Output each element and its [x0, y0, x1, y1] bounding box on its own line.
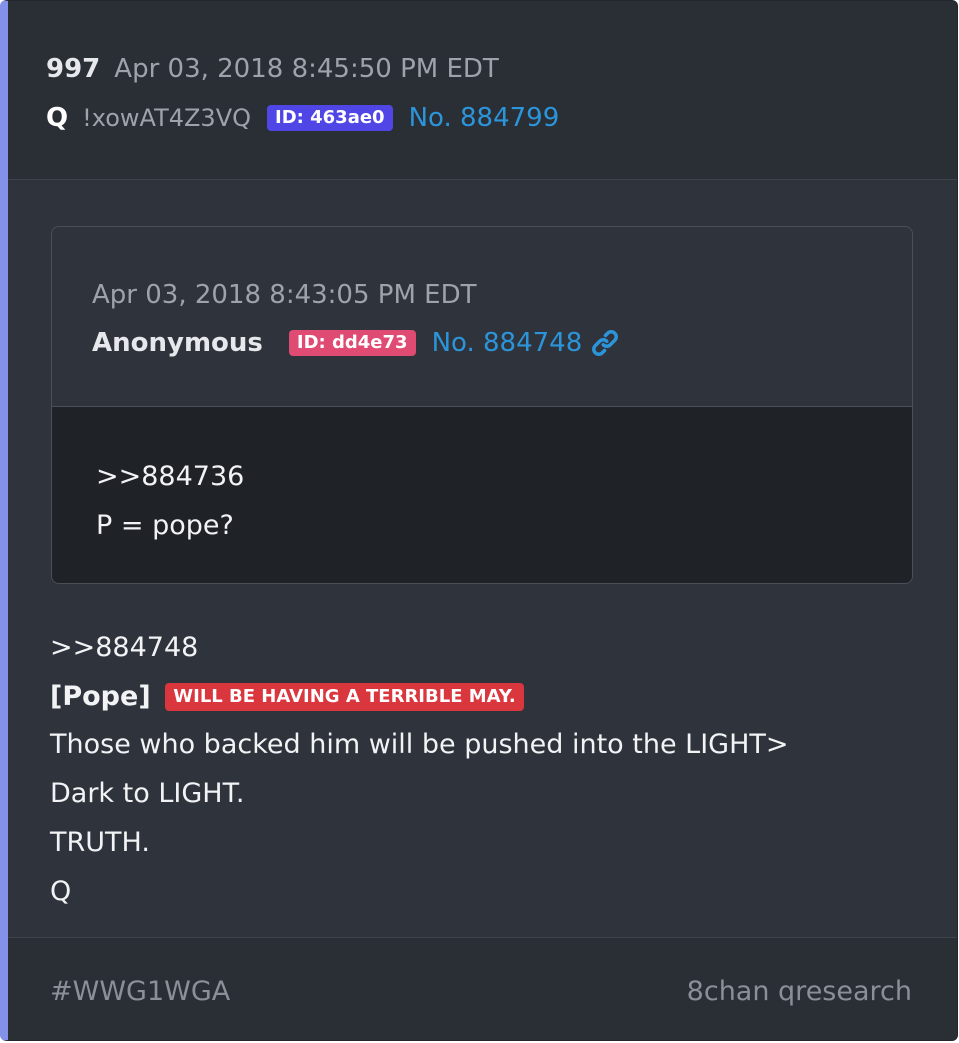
post-header: 997 Apr 03, 2018 8:45:50 PM EDT Q !xowAT4…: [8, 1, 957, 180]
source-label: 8chan qresearch: [686, 976, 912, 1007]
post-meta-row: 997 Apr 03, 2018 8:45:50 PM EDT: [46, 51, 499, 87]
quoted-post-date: Apr 03, 2018 8:43:05 PM EDT: [92, 280, 477, 310]
quoted-post-body: >>884736 P = pope?: [52, 407, 912, 583]
quoted-post-number-link[interactable]: No. 884748: [432, 325, 583, 361]
reply-link[interactable]: >>884748: [50, 630, 198, 666]
quoted-poster-id-badge: ID: dd4e73: [288, 330, 416, 356]
poster-id-badge: ID: 463ae0: [267, 105, 393, 131]
hashtag: #WWG1WGA: [50, 976, 231, 1007]
quoted-author-row: Anonymous ID: dd4e73 No. 884748: [92, 325, 620, 361]
link-icon[interactable]: [590, 328, 620, 358]
post-number: 997: [46, 54, 101, 84]
author-name: Q: [46, 103, 69, 133]
q-post-card: 997 Apr 03, 2018 8:45:50 PM EDT Q !xowAT4…: [0, 0, 958, 1041]
quoted-reply-link[interactable]: >>884736: [96, 459, 244, 495]
pope-tag: [Pope]: [50, 681, 151, 712]
quoted-post: Apr 03, 2018 8:43:05 PM EDT Anonymous ID…: [51, 226, 913, 584]
quoted-body-line: P = pope?: [96, 510, 234, 541]
tripcode: !xowAT4Z3VQ: [82, 104, 252, 132]
quoted-author-name: Anonymous: [92, 328, 263, 358]
body-line: Dark to LIGHT.: [50, 778, 245, 809]
post-footer: #WWG1WGA 8chan qresearch: [8, 937, 957, 1040]
highlight-badge: WILL BE HAVING A TERRIBLE MAY.: [165, 683, 524, 711]
body-line: TRUTH.: [50, 827, 150, 858]
pope-line: [Pope] WILL BE HAVING A TERRIBLE MAY.: [50, 679, 524, 715]
body-line: Those who backed him will be pushed into…: [50, 729, 789, 760]
post-date: Apr 03, 2018 8:45:50 PM EDT: [114, 54, 499, 84]
quoted-post-header: Apr 03, 2018 8:43:05 PM EDT Anonymous ID…: [52, 227, 912, 407]
post-author-row: Q !xowAT4Z3VQ ID: 463ae0 No. 884799: [46, 100, 559, 136]
signature: Q: [50, 876, 72, 907]
post-number-link[interactable]: No. 884799: [409, 100, 560, 136]
